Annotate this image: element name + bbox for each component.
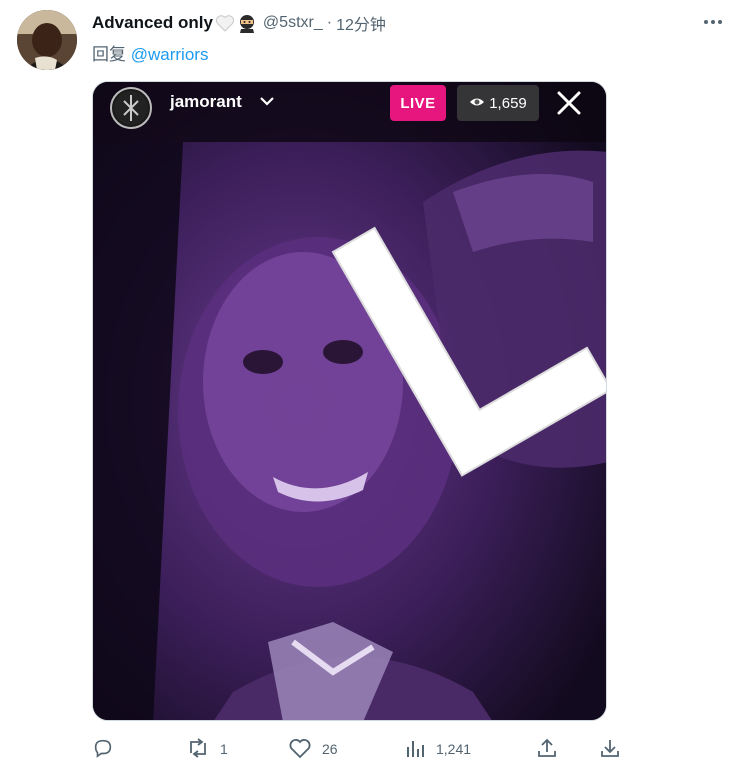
reply-mention-link[interactable]: @warriors <box>131 45 209 64</box>
reply-context: 回复 @warriors <box>92 40 208 65</box>
white-heart-icon <box>215 14 235 32</box>
separator-dot: · <box>326 14 333 31</box>
reply-button[interactable] <box>92 736 124 762</box>
viewer-count: 1,659 <box>489 94 527 112</box>
like-button[interactable]: 26 <box>288 736 338 762</box>
avatar[interactable] <box>17 10 77 70</box>
ig-avatar <box>110 87 152 129</box>
download-button[interactable] <box>599 736 621 762</box>
views-button[interactable]: 1,241 <box>404 736 471 762</box>
tweet-actions: 1 26 1,241 <box>92 736 632 762</box>
close-icon <box>554 88 584 118</box>
live-badge: LIVE <box>390 85 446 121</box>
tweet: Advanced only @5stxr_ · 12分钟 回复 @warrior… <box>0 0 746 773</box>
share-icon <box>536 737 558 762</box>
ninja-icon <box>237 13 257 33</box>
tweet-media[interactable]: jamorant LIVE 1,659 <box>92 81 607 721</box>
author-handle[interactable]: @5stxr_ <box>263 14 323 32</box>
retweet-icon <box>186 737 210 762</box>
eye-icon <box>469 95 485 112</box>
tweet-header: Advanced only @5stxr_ · 12分钟 <box>92 12 386 34</box>
reply-icon <box>92 737 114 762</box>
more-icon[interactable] <box>700 11 726 33</box>
views-icon <box>404 737 426 762</box>
download-icon <box>599 737 621 762</box>
timestamp[interactable]: 12分钟 <box>336 11 386 35</box>
live-stream-image <box>93 82 606 720</box>
viewer-count-badge: 1,659 <box>457 85 539 121</box>
author-name[interactable]: Advanced only <box>92 13 213 33</box>
share-button[interactable] <box>536 736 558 762</box>
chevron-down-icon <box>259 93 275 114</box>
view-count: 1,241 <box>436 741 472 757</box>
ig-username: jamorant <box>170 92 242 111</box>
retweet-button[interactable]: 1 <box>186 736 228 762</box>
like-icon <box>288 737 312 762</box>
like-count: 26 <box>322 741 338 757</box>
reply-prefix: 回复 <box>92 45 126 64</box>
ig-live-header: jamorant LIVE 1,659 <box>93 82 606 129</box>
retweet-count: 1 <box>220 741 228 757</box>
